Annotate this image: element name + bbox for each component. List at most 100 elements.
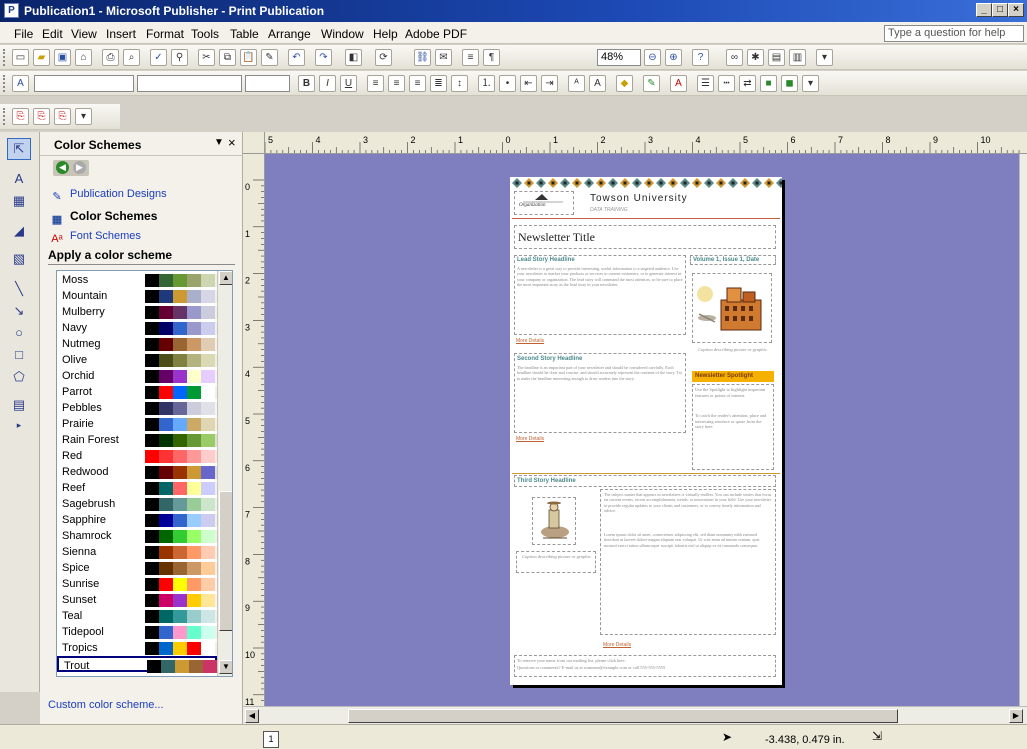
scroll-right-icon[interactable]: ▶: [1009, 709, 1023, 723]
fill-color-icon[interactable]: ◆: [616, 75, 633, 92]
scheme-row[interactable]: Sunset: [57, 592, 229, 608]
preview-web-icon[interactable]: ▥: [789, 49, 806, 66]
justify-icon[interactable]: ≣: [430, 75, 447, 92]
convert-pdf-email-icon[interactable]: ⎘: [33, 108, 50, 125]
task-pane-menu-icon[interactable]: ▼: [214, 137, 224, 148]
toolbar-grip[interactable]: [3, 75, 6, 92]
help-icon[interactable]: ?: [692, 49, 709, 66]
scheme-row[interactable]: Nutmeg: [57, 336, 229, 352]
maximize-button[interactable]: □: [992, 3, 1008, 17]
publisher-icon[interactable]: P: [4, 3, 19, 18]
scheme-row[interactable]: Reef: [57, 480, 229, 496]
scroll-up-icon[interactable]: ▲: [219, 271, 232, 285]
oval-icon[interactable]: ○: [7, 322, 31, 344]
3d-style-icon[interactable]: ◼: [781, 75, 798, 92]
bold-icon[interactable]: B: [298, 75, 315, 92]
line-icon[interactable]: ╲: [7, 278, 31, 300]
scheme-row[interactable]: Tidepool: [57, 624, 229, 640]
special-characters-icon[interactable]: ¶: [483, 49, 500, 66]
lead-story-frame[interactable]: Lead Story Headline A newsletter is a gr…: [514, 255, 686, 335]
menu-view[interactable]: View: [71, 27, 97, 41]
increase-font-icon[interactable]: A: [589, 75, 606, 92]
back-icon[interactable]: ◀: [56, 161, 69, 174]
third-story-headline-frame[interactable]: Third Story Headline: [514, 475, 776, 487]
convert-pdf-icon[interactable]: ⎘: [12, 108, 29, 125]
link-icon[interactable]: ∞: [726, 49, 743, 66]
close-task-pane-icon[interactable]: ×: [228, 135, 236, 150]
menu-help[interactable]: Help: [373, 27, 398, 41]
horizontal-scrollbar[interactable]: ◀ ▶: [243, 706, 1027, 724]
caption-2-frame[interactable]: Caption describing picture or graphic.: [516, 551, 596, 573]
lead-more-details[interactable]: More Details: [516, 338, 544, 344]
mail-merge-icon[interactable]: ✉: [435, 49, 452, 66]
lead-story-headline[interactable]: Lead Story Headline: [517, 257, 575, 263]
more-tools-icon[interactable]: ▸: [7, 414, 31, 436]
spotlight-title[interactable]: Newsletter Spotlight: [695, 373, 753, 379]
new-icon[interactable]: ▭: [12, 49, 29, 66]
print-icon[interactable]: ⎙: [102, 49, 119, 66]
style-select[interactable]: [34, 75, 134, 92]
minimize-button[interactable]: _: [976, 3, 992, 17]
scroll-thumb[interactable]: [219, 491, 232, 631]
print-preview-icon[interactable]: ⌕: [123, 49, 140, 66]
decrease-indent-icon[interactable]: ⇤: [520, 75, 537, 92]
menu-tools[interactable]: Tools: [191, 27, 219, 41]
spotlight-bar[interactable]: Newsletter Spotlight: [692, 371, 774, 382]
zoom-out-icon[interactable]: ⊖: [644, 49, 661, 66]
bullets-icon[interactable]: •: [499, 75, 516, 92]
menu-table[interactable]: Table: [230, 27, 259, 41]
rectangle-icon[interactable]: □: [7, 344, 31, 366]
toolbar-options-icon[interactable]: ▾: [802, 75, 819, 92]
hyperlink-icon[interactable]: ⛓: [414, 49, 431, 66]
publication-page[interactable]: Organization Towson University DATA TRAI…: [510, 177, 782, 685]
styles-icon[interactable]: A: [12, 75, 29, 92]
horizontal-ruler[interactable]: 5 4 3 2 1 0 1 2 3 4 5 6 7 8 9 10: [243, 132, 1027, 154]
align-center-icon[interactable]: ≡: [388, 75, 405, 92]
scheme-row[interactable]: Mulberry: [57, 304, 229, 320]
third-story-body-1[interactable]: The subject matter that appears in newsl…: [604, 492, 772, 513]
underline-icon[interactable]: U: [340, 75, 357, 92]
bring-to-front-icon[interactable]: ◧: [345, 49, 362, 66]
zoom-select[interactable]: 48%: [597, 49, 641, 66]
organization-subtitle[interactable]: DATA TRAINING: [590, 207, 628, 213]
format-painter-icon[interactable]: ✎: [261, 49, 278, 66]
wordart-icon[interactable]: ◢: [7, 220, 31, 242]
scroll-left-icon[interactable]: ◀: [245, 709, 259, 723]
color-schemes-label[interactable]: Color Schemes: [70, 209, 157, 223]
scroll-down-icon[interactable]: ▼: [219, 660, 232, 674]
scheme-row[interactable]: Parrot: [57, 384, 229, 400]
columns-icon[interactable]: ≡: [462, 49, 479, 66]
picture-frame-icon[interactable]: ▧: [7, 248, 31, 270]
volume-frame[interactable]: Volume 1, Issue 1, Date: [690, 255, 776, 265]
toolbar-options-icon[interactable]: ▾: [75, 108, 92, 125]
menu-insert[interactable]: Insert: [106, 27, 136, 41]
scheme-row[interactable]: Sunrise: [57, 576, 229, 592]
footer-line-2[interactable]: Questions or comments? E-mail us at some…: [517, 665, 773, 671]
footer-frame[interactable]: To remove your name from our mailing lis…: [514, 655, 776, 677]
spotlight-frame[interactable]: Use the Spotlight to highlight important…: [692, 384, 774, 470]
newsletter-title-frame[interactable]: Newsletter Title: [514, 225, 776, 249]
spotlight-body-1[interactable]: Use the Spotlight to highlight important…: [695, 387, 771, 398]
select-pointer-icon[interactable]: ⇱: [7, 138, 31, 160]
redo-icon[interactable]: ↷: [315, 49, 332, 66]
menu-window[interactable]: Window: [321, 27, 364, 41]
scheme-row[interactable]: Mountain: [57, 288, 229, 304]
font-schemes-label[interactable]: Font Schemes: [70, 230, 141, 242]
third-story-body-2[interactable]: Lorem ipsum dolor sit amet, consectetuer…: [604, 532, 772, 548]
scheme-row[interactable]: Rain Forest: [57, 432, 229, 448]
convert-pdf-review-icon[interactable]: ⎘: [54, 108, 71, 125]
custom-color-scheme-link[interactable]: Custom color scheme...: [48, 699, 164, 711]
volume-text[interactable]: Volume 1, Issue 1, Date: [693, 257, 759, 263]
cut-icon[interactable]: ✂: [198, 49, 215, 66]
line-spacing-icon[interactable]: ↕: [451, 75, 468, 92]
scheme-row[interactable]: Red: [57, 448, 229, 464]
increase-indent-icon[interactable]: ⇥: [541, 75, 558, 92]
cowboy-picture-frame[interactable]: [532, 497, 576, 545]
dash-style-icon[interactable]: ┅: [718, 75, 735, 92]
caption-2[interactable]: Caption describing picture or graphic.: [519, 554, 595, 560]
numbering-icon[interactable]: ⒈: [478, 75, 495, 92]
permission-icon[interactable]: ⌂: [75, 49, 92, 66]
shadow-style-icon[interactable]: ■: [760, 75, 777, 92]
scheme-row[interactable]: Orchid: [57, 368, 229, 384]
scheme-row[interactable]: Teal: [57, 608, 229, 624]
